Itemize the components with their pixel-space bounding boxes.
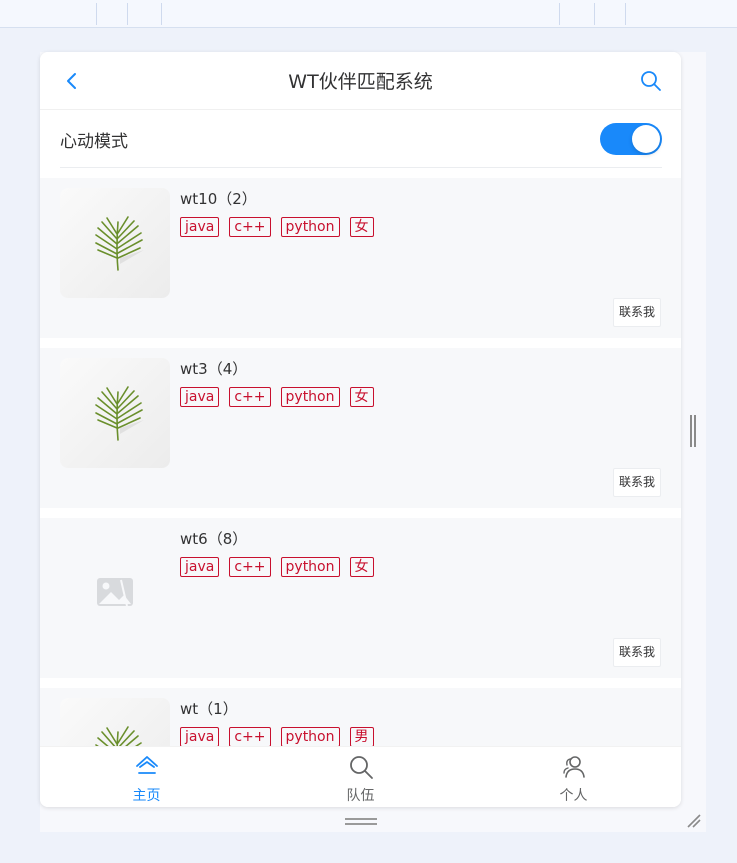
user-card[interactable]: wt3（4） java c++ python 女 联系我 [40, 348, 681, 508]
user-name: wt6（8） [180, 530, 248, 548]
tab-label: 队伍 [346, 788, 375, 804]
tag: python [280, 387, 340, 407]
toolbar-divider [625, 3, 626, 25]
search-icon[interactable] [639, 69, 663, 93]
user-card[interactable]: wt6（8） java c++ python 女 联系我 [40, 518, 681, 678]
search-icon [350, 756, 373, 779]
tag-list: java c++ python 女 [180, 557, 374, 577]
tag: java [180, 727, 220, 746]
user-card-list[interactable]: wt10（2） java c++ python 女 联系我 wt3（4） jav… [40, 178, 681, 746]
tab-label: 主页 [132, 788, 161, 804]
contact-button[interactable]: 联系我 [613, 638, 661, 667]
nav-bar: WT伙伴匹配系统 [40, 52, 681, 110]
app-viewport: WT伙伴匹配系统 心动模式 wt10（2） java c++ python 女 … [40, 52, 681, 807]
user-card[interactable]: wt（1） java c++ python 男 [40, 688, 681, 746]
switch-knob [632, 125, 660, 153]
user-name: wt10（2） [180, 190, 257, 208]
tag: 男 [349, 727, 374, 746]
tab-team[interactable]: 队伍 [254, 747, 467, 807]
heart-mode-switch[interactable] [600, 123, 662, 155]
tab-label: 个人 [559, 788, 588, 804]
leaf-photo-icon [95, 726, 142, 746]
tag: 女 [349, 217, 374, 237]
devtools-toolbar [0, 0, 737, 28]
tag: java [180, 217, 220, 237]
tag: python [280, 217, 340, 237]
tag: java [180, 387, 220, 407]
toolbar-divider [559, 3, 560, 25]
heart-mode-label: 心动模式 [60, 132, 128, 152]
user-card[interactable]: wt10（2） java c++ python 女 联系我 [40, 178, 681, 338]
tag: c++ [229, 727, 271, 746]
tab-profile[interactable]: 个人 [467, 747, 680, 807]
contact-button[interactable]: 联系我 [613, 298, 661, 327]
tag-list: java c++ python 女 [180, 387, 374, 407]
avatar [60, 528, 170, 638]
tag: c++ [229, 217, 271, 237]
contact-button[interactable]: 联系我 [613, 468, 661, 497]
tag-list: java c++ python 男 [180, 727, 374, 746]
leaf-photo-icon [95, 216, 144, 271]
leaf-photo-icon [95, 386, 144, 441]
tag: 女 [349, 557, 374, 577]
tag: c++ [229, 387, 271, 407]
toolbar-divider [161, 3, 162, 25]
toolbar-divider [594, 3, 595, 25]
tag: java [180, 557, 220, 577]
user-icon [563, 756, 585, 778]
toolbar-divider [127, 3, 128, 25]
tag: python [280, 727, 340, 746]
user-name: wt（1） [180, 700, 238, 718]
avatar [60, 698, 170, 746]
toolbar-divider [96, 3, 97, 25]
tag: 女 [349, 387, 374, 407]
bottom-resize-handle[interactable] [345, 818, 377, 825]
page-title: WT伙伴匹配系统 [288, 71, 433, 93]
user-name: wt3（4） [180, 360, 248, 378]
home-icon [136, 756, 158, 774]
corner-resize-grip-icon[interactable] [686, 813, 702, 829]
tag: c++ [229, 557, 271, 577]
side-resize-handle[interactable] [690, 415, 696, 447]
tag: python [280, 557, 340, 577]
avatar [60, 188, 170, 298]
image-placeholder-icon [97, 578, 133, 607]
tab-home[interactable]: 主页 [40, 747, 253, 807]
avatar [60, 358, 170, 468]
bottom-tabbar: 主页 队伍 个人 [40, 746, 681, 807]
heart-mode-row: 心动模式 [60, 110, 662, 168]
tag-list: java c++ python 女 [180, 217, 374, 237]
